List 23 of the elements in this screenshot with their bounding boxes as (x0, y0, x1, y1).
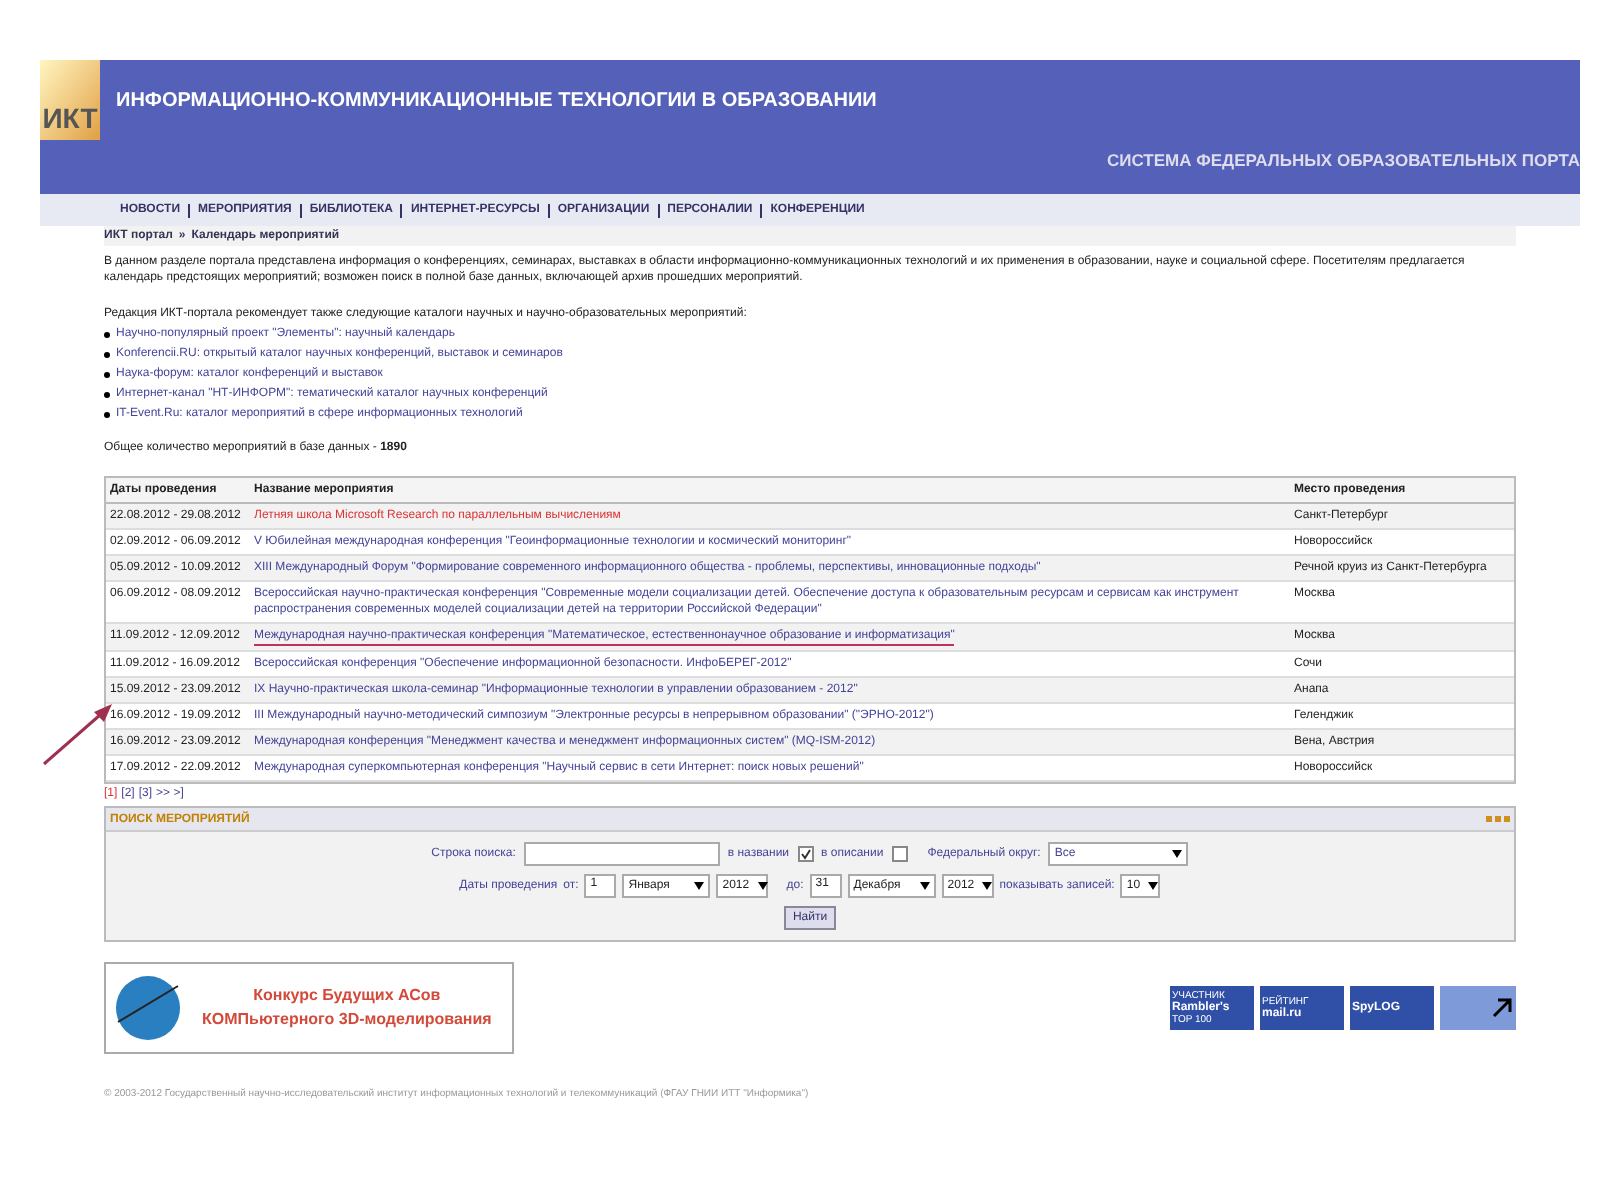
arrow-icon (1492, 998, 1512, 1018)
bullet-icon (104, 351, 110, 357)
banner-text: Конкурс Будущих АСов (253, 984, 441, 1008)
logo: ИКТ (40, 60, 100, 140)
site-subtitle: СИСТЕМА ФЕДЕРАЛЬНЫХ ОБРАЗОВАТЕЛЬНЫХ ПОРТА (1106, 148, 1580, 174)
bullet-icon (104, 391, 110, 397)
search-input[interactable] (523, 842, 720, 866)
caret-icon (919, 882, 930, 890)
caret-icon (694, 882, 705, 890)
caret-icon (1148, 882, 1159, 890)
globe-icon (114, 974, 182, 1042)
bullet-icon (104, 331, 110, 337)
checkbox[interactable] (891, 846, 908, 862)
bullet-icon (104, 371, 110, 377)
checkbox[interactable] (797, 846, 814, 862)
caret-icon (982, 882, 993, 890)
dots-icon (1486, 815, 1510, 823)
bullet-icon (104, 411, 110, 417)
site-title: ИНФОРМАЦИОННО-КОММУНИКАЦИОННЫЕ ТЕХНОЛОГИИ В ОБРАЗОВАНИИ (116, 87, 877, 115)
counter-badge[interactable] (1440, 986, 1516, 1030)
banner-text: КОМПьютерного 3D-моделирования (202, 1008, 492, 1032)
caret-icon (1172, 850, 1183, 858)
caret-icon (757, 882, 768, 890)
